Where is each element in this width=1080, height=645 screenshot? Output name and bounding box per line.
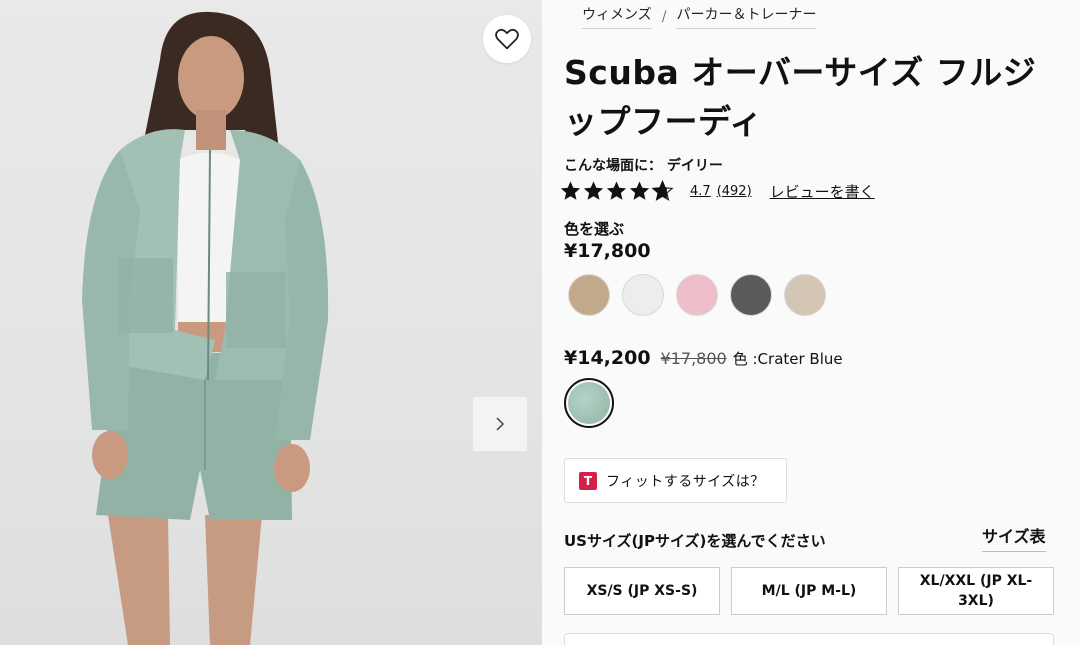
star-icon bbox=[560, 181, 581, 200]
rating-stars bbox=[559, 180, 674, 202]
breadcrumb: ウィメンズ / パーカー＆トレーナー bbox=[582, 4, 817, 29]
white-swatch[interactable] bbox=[622, 274, 664, 316]
color-name: Crater Blue bbox=[757, 350, 843, 368]
product-photo bbox=[82, 11, 329, 645]
fit-finder-button[interactable]: T フィットするサイズは？ bbox=[564, 458, 787, 503]
size-options: XS/S (JP XS-S) M/L (JP M-L) XL/XXL (JP X… bbox=[564, 567, 1065, 615]
rating-count[interactable]: (492) bbox=[717, 184, 752, 199]
next-image-button[interactable] bbox=[473, 397, 527, 451]
chevron-right-icon bbox=[496, 417, 505, 431]
size-heading: USサイズ(JPサイズ)を選んでください bbox=[564, 532, 826, 550]
regular-price: ¥17,800 bbox=[564, 240, 651, 262]
add-to-bag-panel[interactable] bbox=[564, 633, 1054, 645]
star-icon bbox=[606, 181, 627, 200]
heart-icon bbox=[495, 28, 519, 50]
write-review-link[interactable]: レビューを書く bbox=[770, 181, 875, 202]
product-details: ウィメンズ / パーカー＆トレーナー Scuba オーバーサイズ フルジップフー… bbox=[542, 0, 1080, 645]
breadcrumb-womens[interactable]: ウィメンズ bbox=[582, 4, 652, 29]
original-price: ¥17,800 bbox=[660, 349, 727, 368]
selected-swatch-crater-blue[interactable] bbox=[564, 378, 614, 428]
star-icon bbox=[629, 181, 650, 200]
tan-swatch[interactable] bbox=[568, 274, 610, 316]
size-chart-link[interactable]: サイズ表 bbox=[982, 523, 1046, 552]
wishlist-button[interactable] bbox=[483, 15, 531, 63]
partial-star-icon bbox=[651, 180, 674, 201]
activity-scene: こんな場面に： デイリー bbox=[564, 158, 723, 174]
fit-finder-label: フィットするサイズは？ bbox=[606, 473, 765, 490]
breadcrumb-separator: / bbox=[661, 8, 667, 25]
color-swatches bbox=[568, 274, 838, 316]
choose-color-label: 色を選ぶ bbox=[564, 220, 625, 238]
sale-price: ¥14,200 bbox=[564, 347, 651, 369]
rating-row: 4.7 (492) レビューを書く bbox=[559, 180, 875, 202]
product-title: Scuba オーバーサイズ フルジップフーディ bbox=[564, 53, 1037, 141]
breadcrumb-hoodies[interactable]: パーカー＆トレーナー bbox=[676, 4, 817, 29]
size-m-l-button[interactable]: M/L (JP M-L) bbox=[731, 567, 887, 615]
product-page: ウィメンズ / パーカー＆トレーナー Scuba オーバーサイズ フルジップフー… bbox=[0, 0, 1080, 645]
pink-swatch[interactable] bbox=[676, 274, 718, 316]
oat-swatch[interactable] bbox=[784, 274, 826, 316]
true-fit-icon: T bbox=[579, 471, 597, 490]
swatch-fill bbox=[568, 382, 610, 424]
star-icon bbox=[583, 181, 604, 200]
sale-price-row: ¥14,200 ¥17,800 色 : Crater Blue bbox=[564, 347, 843, 369]
size-xl-xxl-button[interactable]: XL/XXL (JP XL-3XL) bbox=[898, 567, 1054, 615]
charcoal-swatch[interactable] bbox=[730, 274, 772, 316]
product-image-gallery[interactable] bbox=[0, 0, 542, 645]
size-xs-s-button[interactable]: XS/S (JP XS-S) bbox=[564, 567, 720, 615]
rating-value[interactable]: 4.7 bbox=[690, 184, 711, 199]
color-prefix: 色 : bbox=[732, 350, 758, 368]
